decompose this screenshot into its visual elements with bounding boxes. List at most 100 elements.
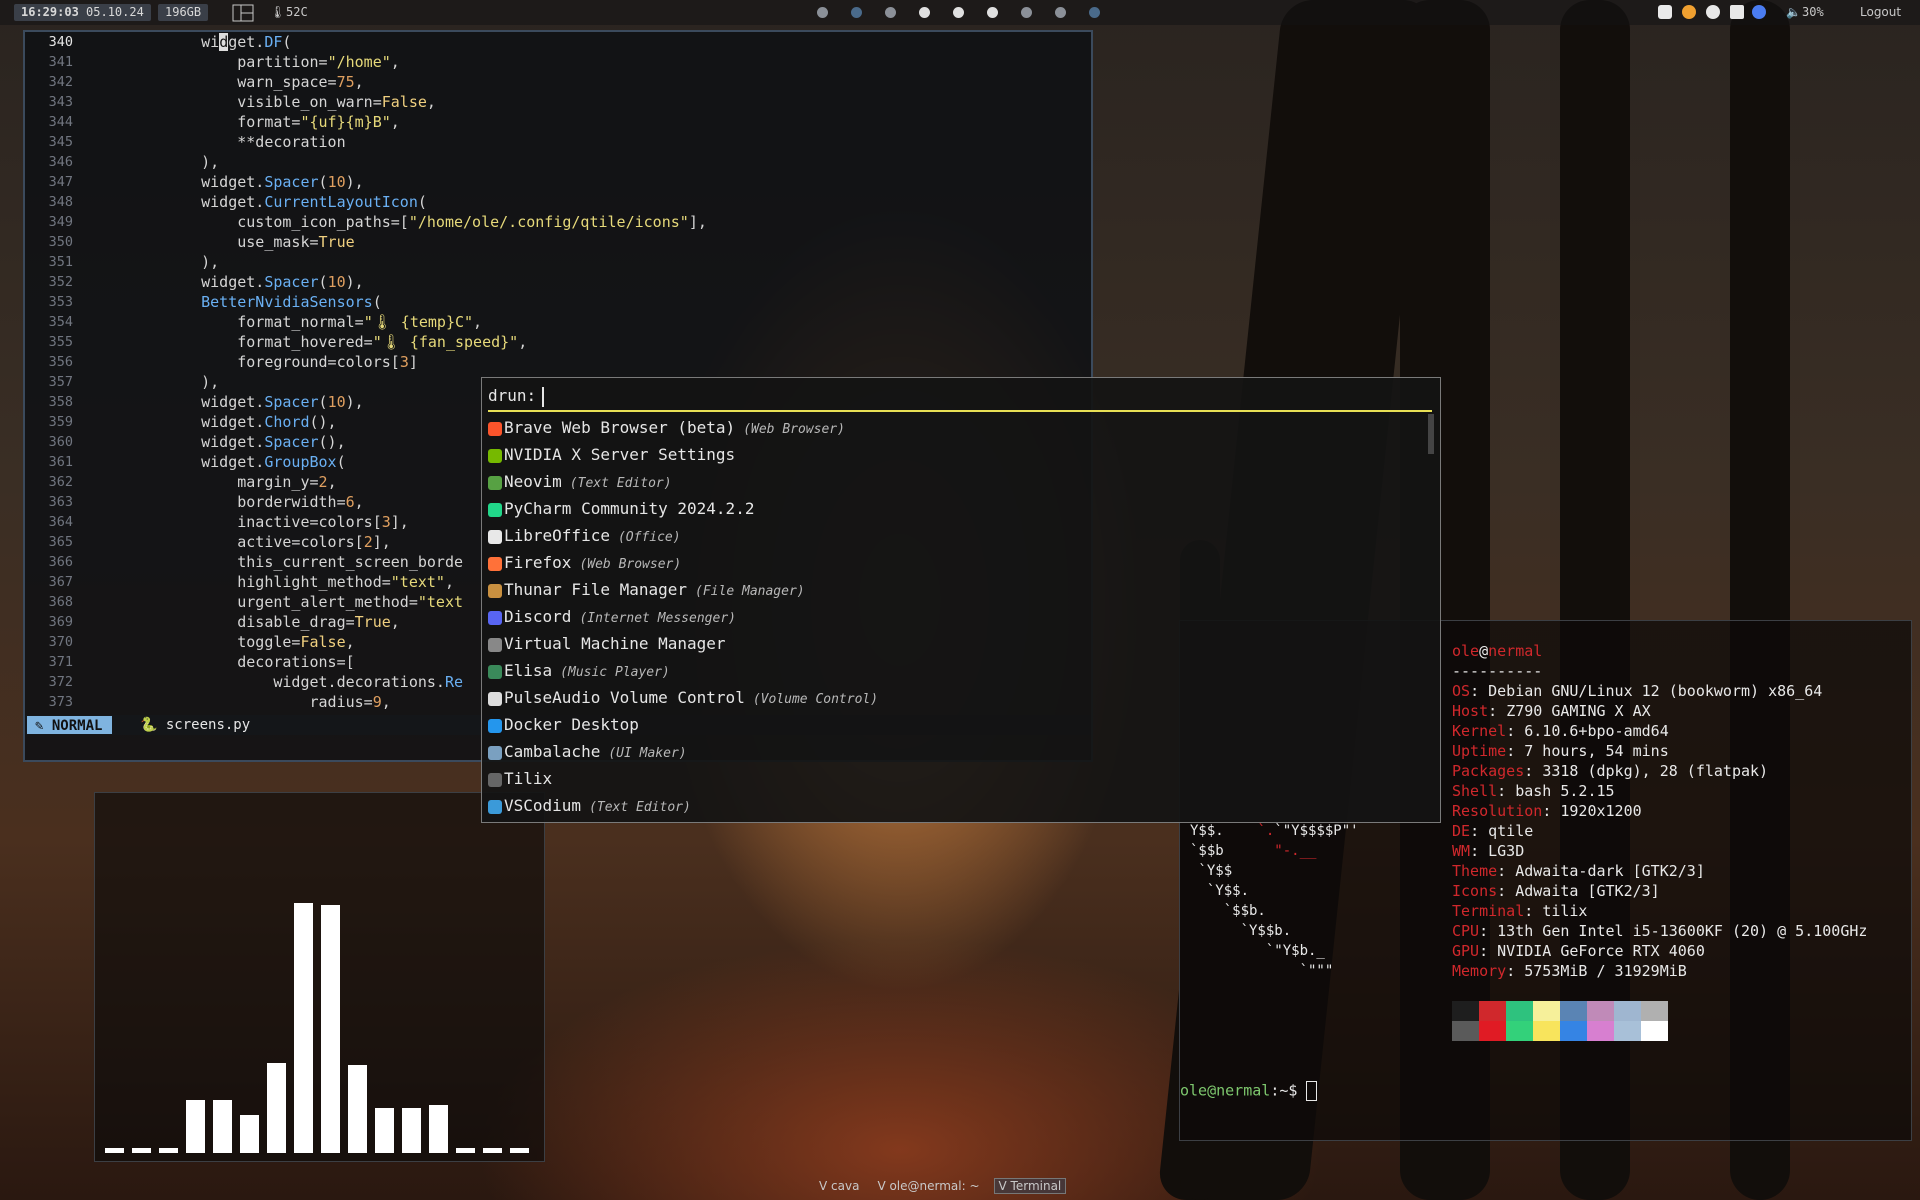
line-number: 369 <box>48 614 73 630</box>
sysinfo-value: Adwaita-dark [GTK2/3] <box>1515 862 1705 880</box>
terminal-cursor <box>1306 1081 1318 1101</box>
discord-icon <box>488 610 502 625</box>
code-line: visible_on_warn=False, <box>165 93 436 111</box>
launcher-item-name: Discord <box>504 607 572 626</box>
launcher-item[interactable]: Neovim (Text Editor) <box>488 468 672 495</box>
launcher-item[interactable]: Virtual Machine Manager <box>488 630 726 657</box>
sysinfo-row: DE: qtile <box>1452 822 1534 840</box>
sysinfo-label: Icons <box>1452 882 1498 900</box>
sysinfo-label: OS <box>1452 682 1471 700</box>
line-number: 349 <box>48 214 73 230</box>
line-number: 365 <box>48 534 73 550</box>
nvidia-icon <box>488 448 502 463</box>
color-swatch <box>1560 1021 1587 1041</box>
launcher-item[interactable]: Tilix <box>488 765 552 792</box>
launcher-item-name: Cambalache <box>504 742 601 761</box>
launcher-item[interactable]: Thunar File Manager (File Manager) <box>488 576 805 603</box>
group-dot[interactable] <box>953 7 964 18</box>
launcher-item[interactable]: Brave Web Browser (beta) (Web Browser) <box>488 414 845 441</box>
line-number: 354 <box>48 314 73 330</box>
taskbar-item[interactable]: V cava <box>815 1179 863 1193</box>
separator: ---------- <box>1452 662 1543 680</box>
sysinfo-value: LG3D <box>1488 842 1525 860</box>
launcher-item-name: Neovim <box>504 472 562 491</box>
layout-icon[interactable] <box>232 4 254 22</box>
network-icon[interactable] <box>1752 5 1766 19</box>
shield-icon[interactable] <box>1730 5 1744 19</box>
pycharm-icon <box>488 502 502 517</box>
pulseaudio-icon <box>488 691 502 706</box>
line-number: 343 <box>48 94 73 110</box>
sysinfo-row: Uptime: 7 hours, 54 mins <box>1452 742 1669 760</box>
group-dot[interactable] <box>885 7 896 18</box>
line-number: 347 <box>48 174 73 190</box>
sysinfo-value: NVIDIA GeForce RTX 4060 <box>1497 942 1705 960</box>
line-number: 359 <box>48 414 73 430</box>
launcher-item-name: Thunar File Manager <box>504 580 688 599</box>
launcher-item[interactable]: Firefox (Web Browser) <box>488 549 681 576</box>
volume-level[interactable]: 30% <box>1802 4 1824 21</box>
sysinfo-row: Packages: 3318 (dpkg), 28 (flatpak) <box>1452 762 1769 780</box>
line-number: 348 <box>48 194 73 210</box>
line-number: 355 <box>48 334 73 350</box>
discord-icon[interactable] <box>1658 5 1672 19</box>
launcher-item[interactable]: PulseAudio Volume Control (Volume Control… <box>488 684 878 711</box>
color-swatch <box>1587 1001 1614 1021</box>
launcher-item[interactable]: Docker Desktop <box>488 711 639 738</box>
audio-bar <box>294 903 313 1153</box>
elisa-icon <box>488 664 502 679</box>
launcher-item[interactable]: PyCharm Community 2024.2.2 <box>488 495 754 522</box>
launcher-item-name: VSCodium <box>504 796 582 815</box>
group-dot[interactable] <box>1055 7 1066 18</box>
group-dot[interactable] <box>817 7 828 18</box>
group-dot[interactable] <box>1089 7 1100 18</box>
rofi-launcher[interactable]: drun: Brave Web Browser (beta) (Web Brows… <box>481 377 1441 823</box>
launcher-item[interactable]: VSCodium (Text Editor) <box>488 792 691 819</box>
sysinfo-value: 13th Gen Intel i5-13600KF (20) @ 5.100GH… <box>1497 922 1868 940</box>
sysinfo-row: CPU: 13th Gen Intel i5-13600KF (20) @ 5.… <box>1452 922 1868 940</box>
shell-prompt[interactable]: ole@nermal:~$ <box>1180 1081 1318 1101</box>
sysinfo-row: Shell: bash 5.2.15 <box>1452 782 1615 800</box>
sysinfo-value: tilix <box>1542 902 1588 920</box>
code-line: BetterNvidiaSensors( <box>201 293 382 311</box>
color-swatch <box>1614 1021 1641 1041</box>
launcher-item[interactable]: NVIDIA X Server Settings <box>488 441 735 468</box>
cambalache-icon <box>488 745 502 760</box>
line-number: 350 <box>48 234 73 250</box>
color-swatch <box>1533 1021 1560 1041</box>
launcher-item[interactable]: Cambalache (UI Maker) <box>488 738 687 765</box>
steam-icon[interactable] <box>1706 5 1720 19</box>
taskbar-item[interactable]: V ole@nermal: ~ <box>873 1179 983 1193</box>
volume-icon[interactable]: 🔈 <box>1786 4 1801 21</box>
color-swatch <box>1614 1001 1641 1021</box>
group-dot[interactable] <box>851 7 862 18</box>
launcher-item-category: (Music Player) <box>560 665 670 680</box>
logout-button[interactable]: Logout <box>1860 4 1901 21</box>
user-host: ole@nermal <box>1452 642 1543 660</box>
group-dot[interactable] <box>987 7 998 18</box>
line-number-gutter: 340 341 342 343 344 345 346 347 348 349 350 351 352 3… <box>25 32 145 712</box>
neovim-icon <box>488 475 502 490</box>
taskbar-item[interactable]: V Terminal <box>993 1178 1067 1194</box>
sysinfo-value: 1920x1200 <box>1560 802 1642 820</box>
color-swatch <box>1479 1021 1506 1041</box>
scrollbar[interactable] <box>1428 414 1434 454</box>
sysinfo-value: bash 5.2.15 <box>1515 782 1615 800</box>
launcher-item-name: PulseAudio Volume Control <box>504 688 745 707</box>
line-number: 368 <box>48 594 73 610</box>
group-dot[interactable] <box>919 7 930 18</box>
sysinfo-row: GPU: NVIDIA GeForce RTX 4060 <box>1452 942 1705 960</box>
audio-bar <box>132 1148 151 1153</box>
launcher-item[interactable]: LibreOffice (Office) <box>488 522 681 549</box>
line-number: 362 <box>48 474 73 490</box>
color-swatch <box>1506 1001 1533 1021</box>
updates-icon[interactable] <box>1682 5 1696 19</box>
sysinfo-value: 6.10.6+bpo-amd64 <box>1524 722 1669 740</box>
sysinfo-value: 7 hours, 54 mins <box>1524 742 1669 760</box>
launcher-prompt[interactable]: drun: <box>488 384 545 408</box>
launcher-item-name: Docker Desktop <box>504 715 639 734</box>
group-dot[interactable] <box>1021 7 1032 18</box>
launcher-item[interactable]: Elisa (Music Player) <box>488 657 670 684</box>
launcher-item[interactable]: Discord (Internet Messenger) <box>488 603 736 630</box>
sysinfo-row: Icons: Adwaita [GTK2/3] <box>1452 882 1660 900</box>
